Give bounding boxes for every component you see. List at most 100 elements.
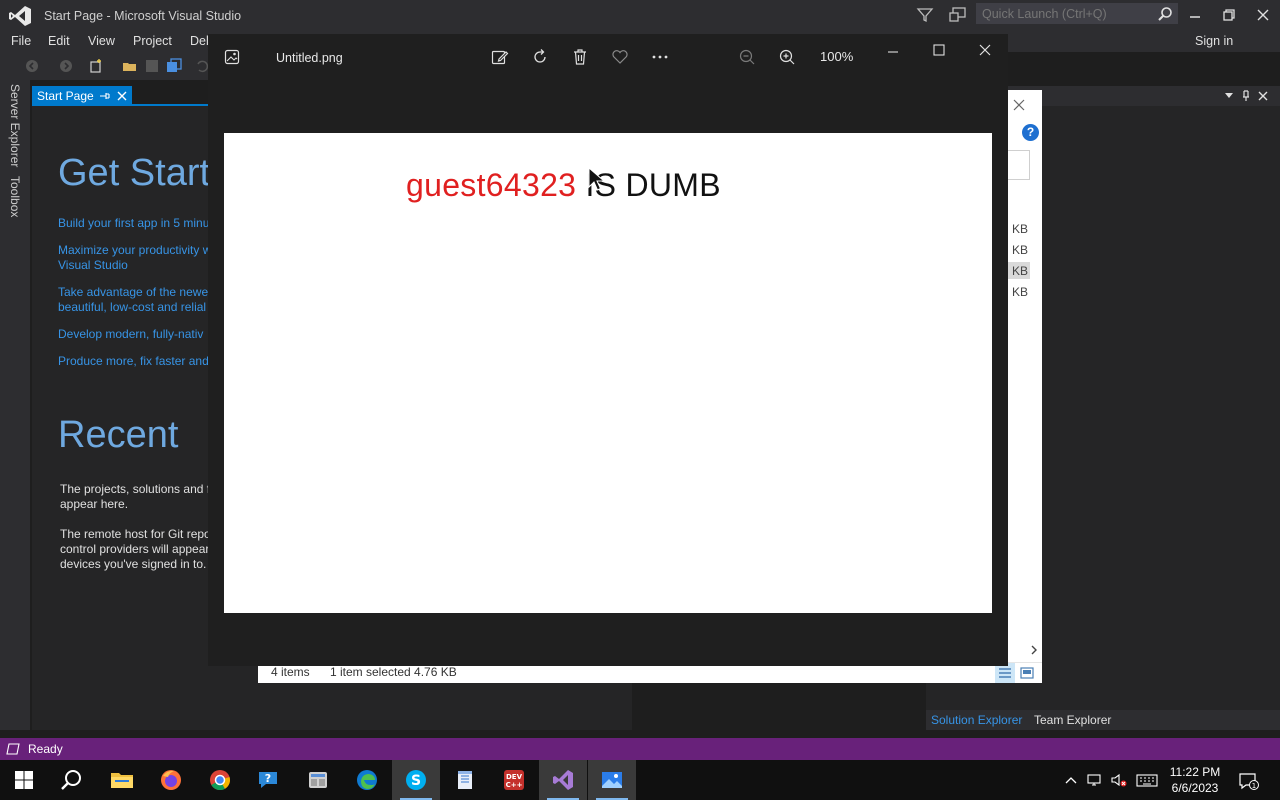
large-icons-view-icon[interactable]: [1020, 666, 1034, 680]
status-icon: [6, 743, 20, 755]
dropdown-icon[interactable]: [1224, 92, 1234, 100]
clock-time: 11:22 PM: [1169, 765, 1221, 779]
close-icon[interactable]: [1012, 98, 1026, 112]
edge-icon[interactable]: [343, 760, 391, 800]
tab-team-explorer[interactable]: Team Explorer: [1034, 713, 1111, 727]
clock-date: 6/6/2023: [1171, 781, 1219, 795]
firefox-icon[interactable]: [147, 760, 195, 800]
chevron-up-icon[interactable]: [1062, 772, 1080, 788]
menu-file[interactable]: File: [11, 34, 31, 48]
quick-launch-input[interactable]: [977, 4, 1153, 23]
save-icon[interactable]: [144, 58, 160, 74]
chrome-icon[interactable]: [196, 760, 244, 800]
search-icon[interactable]: [1157, 6, 1173, 22]
menu-edit[interactable]: Edit: [48, 34, 70, 48]
notepad-icon[interactable]: [441, 760, 489, 800]
window-title: Start Page - Microsoft Visual Studio: [44, 9, 242, 23]
devcpp-icon[interactable]: DEV C++: [490, 760, 538, 800]
document-tabs: Start Page: [32, 86, 210, 106]
visual-studio-logo-icon[interactable]: [8, 5, 36, 27]
search-box[interactable]: [1008, 150, 1030, 180]
zoom-in-icon[interactable]: [778, 48, 796, 66]
menu-project[interactable]: Project: [133, 34, 172, 48]
skype-label: S: [411, 773, 421, 789]
favorite-icon[interactable]: [611, 48, 629, 66]
quick-launch[interactable]: [976, 3, 1178, 24]
selection-info: 1 item selected 4.76 KB: [330, 665, 457, 679]
file-size-unit: KB: [1012, 222, 1029, 236]
sign-in-link[interactable]: Sign in: [1195, 34, 1233, 48]
recent-heading: Recent: [58, 414, 179, 456]
menu-view[interactable]: View: [88, 34, 115, 48]
minimize-button[interactable]: [883, 44, 903, 64]
panel-bottom-tabs: Solution Explorer Team Explorer: [926, 710, 1280, 730]
tab-start-page[interactable]: Start Page: [32, 86, 132, 106]
tab-label: Start Page: [37, 89, 94, 103]
photos-viewer-window: Untitled.png 100% guest64323 IS DUMB: [208, 34, 1008, 666]
image-text: guest64323 IS DUMB: [406, 167, 721, 204]
minimize-button[interactable]: [1178, 0, 1212, 30]
app-icon[interactable]: [294, 760, 342, 800]
pin-icon[interactable]: [1241, 90, 1251, 102]
vs-title-bar: Start Page - Microsoft Visual Studio: [0, 0, 1280, 30]
toolbox-tab[interactable]: Toolbox: [8, 176, 22, 217]
tab-solution-explorer[interactable]: Solution Explorer: [931, 713, 1022, 727]
close-icon[interactable]: [116, 90, 128, 102]
keyboard-icon[interactable]: [1136, 772, 1158, 788]
menu-debug[interactable]: Del: [190, 34, 209, 48]
save-all-icon[interactable]: [166, 58, 182, 74]
windows-taskbar: ? S DEV C++ 11:22 PM 6/6/2023 1: [0, 760, 1280, 800]
image-text-name: guest64323: [406, 167, 577, 203]
file-size-unit: KB: [1012, 285, 1029, 299]
zoom-level[interactable]: 100%: [820, 49, 853, 64]
delete-icon[interactable]: [571, 48, 589, 66]
new-project-icon[interactable]: [88, 58, 104, 74]
devcpp-label: DEV: [506, 773, 523, 781]
scroll-right-icon[interactable]: [1030, 645, 1038, 655]
back-icon[interactable]: [24, 58, 40, 74]
image-canvas: guest64323 IS DUMB: [224, 133, 992, 613]
help-icon[interactable]: ?: [1022, 124, 1039, 141]
vs-status-bar: Ready: [0, 738, 1280, 760]
file-size-unit: KB: [1012, 243, 1029, 257]
more-icon[interactable]: [651, 48, 669, 66]
feedback-icon[interactable]: [948, 6, 970, 24]
item-count: 4 items: [271, 665, 310, 679]
restore-button[interactable]: [1212, 0, 1246, 30]
status-text: Ready: [28, 742, 63, 756]
svg-text:?: ?: [265, 772, 271, 785]
zoom-out-icon[interactable]: [738, 48, 756, 66]
help-icon[interactable]: ?: [245, 760, 293, 800]
open-folder-icon[interactable]: [122, 58, 138, 74]
network-icon[interactable]: [1086, 772, 1104, 788]
rotate-icon[interactable]: [531, 48, 549, 66]
server-explorer-tab[interactable]: Server Explorer: [8, 84, 22, 167]
filter-icon[interactable]: [916, 6, 936, 24]
left-tool-rail: Server Explorer Toolbox: [0, 80, 30, 730]
mouse-cursor-icon: [588, 167, 606, 193]
maximize-button[interactable]: [929, 44, 949, 64]
notification-count: 1: [1252, 782, 1256, 790]
devcpp-label: C++: [506, 781, 523, 789]
details-view-icon[interactable]: [995, 663, 1015, 683]
pin-icon[interactable]: [98, 90, 110, 102]
close-button[interactable]: [975, 44, 995, 64]
close-button[interactable]: [1246, 0, 1280, 30]
file-size-unit: KB: [1012, 264, 1029, 278]
notification-icon[interactable]: 1: [1238, 772, 1260, 790]
photos-app-icon: [224, 49, 240, 65]
get-started-heading: Get Starte: [58, 152, 232, 194]
forward-icon[interactable]: [58, 58, 74, 74]
volume-muted-icon[interactable]: [1110, 772, 1128, 788]
skype-icon[interactable]: S: [392, 760, 440, 800]
photos-icon[interactable]: [588, 760, 636, 800]
start-icon[interactable]: [0, 760, 48, 800]
close-icon[interactable]: [1258, 91, 1268, 101]
visual-studio-icon[interactable]: [539, 760, 587, 800]
vs-toolbar: [0, 52, 215, 80]
file-explorer-icon[interactable]: [98, 760, 146, 800]
search-icon[interactable]: [48, 760, 96, 800]
edit-image-icon[interactable]: [491, 48, 509, 66]
file-name: Untitled.png: [276, 51, 343, 65]
clock[interactable]: 11:22 PM 6/6/2023: [1162, 764, 1228, 796]
